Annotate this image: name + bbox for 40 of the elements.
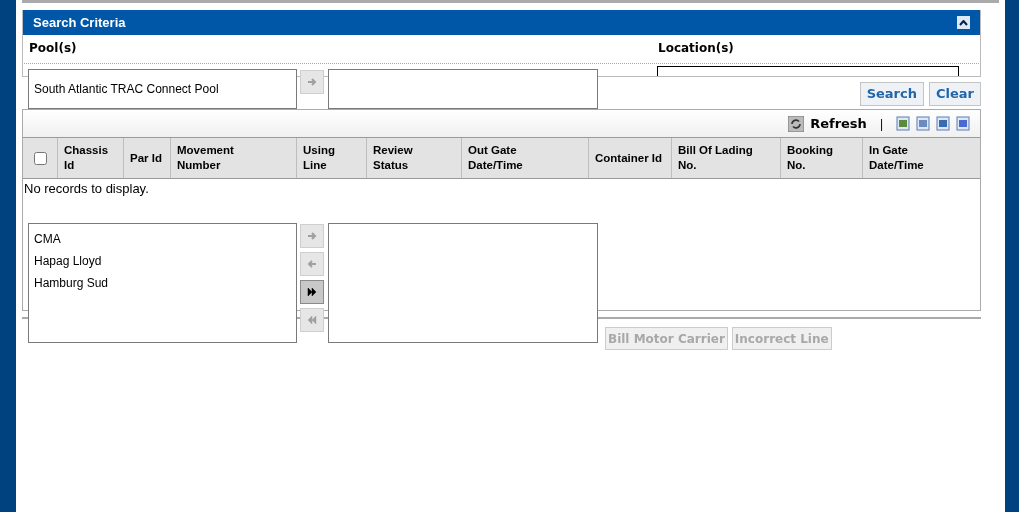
refresh-icon[interactable] [788, 115, 805, 132]
list-option[interactable]: CMA [29, 228, 296, 250]
column-header[interactable]: Par Id [130, 150, 162, 166]
double-right-arrow-icon [306, 286, 318, 298]
column-header[interactable]: Container Id [595, 150, 663, 166]
refresh-button[interactable]: Refresh [810, 113, 867, 134]
double-left-arrow-icon [306, 314, 318, 326]
pools-label: Pool(s) [29, 40, 78, 57]
move-button[interactable] [300, 280, 324, 304]
panel-title: Search Criteria [33, 13, 126, 32]
search-bar-button[interactable]: Search [859, 82, 924, 106]
document-export-icon[interactable] [916, 116, 930, 131]
column-header[interactable]: Out Gate Date/Time [468, 143, 548, 173]
select-all-checkbox[interactable] [33, 151, 47, 165]
column-header[interactable]: Review Status [373, 143, 433, 173]
list-option[interactable]: Hapag Lloyd [29, 250, 296, 272]
column-header[interactable]: Movement Number [177, 143, 257, 173]
collapse-button[interactable] [957, 16, 970, 29]
pool-options-list[interactable]: South Atlantic TRAC Connect Pool [28, 69, 297, 109]
line-options-dropdown[interactable]: CMA Hapag Lloyd Hamburg Sud [28, 223, 297, 343]
csv-export-icon[interactable] [936, 116, 950, 131]
spreadsheet-export-icon[interactable] [896, 116, 910, 131]
list-option[interactable]: Hamburg Sud [29, 272, 296, 294]
empty-message: No records to display. [23, 180, 150, 196]
column-header[interactable]: Bill Of Lading No. [678, 143, 774, 173]
list-option[interactable]: South Atlantic TRAC Connect Pool [29, 78, 296, 100]
chevron-icon [959, 19, 968, 26]
word-export-icon[interactable] [956, 116, 970, 131]
selected-pools-list[interactable] [328, 69, 598, 109]
right-arrow-icon [306, 230, 318, 242]
column-header[interactable]: Chassis Id [64, 143, 114, 173]
locations-label: Location(s) [658, 40, 734, 57]
selected-lines-dropdown[interactable] [328, 223, 598, 343]
left-arrow-icon [306, 258, 318, 270]
column-header[interactable]: In Gate Date/Time [869, 143, 949, 173]
search-bar-button[interactable]: Clear [929, 82, 981, 106]
column-header[interactable]: Using Line [303, 143, 353, 173]
right-arrow-icon [306, 76, 318, 88]
column-header[interactable]: Booking No. [787, 143, 847, 173]
toolbar-separator: | [878, 115, 884, 133]
